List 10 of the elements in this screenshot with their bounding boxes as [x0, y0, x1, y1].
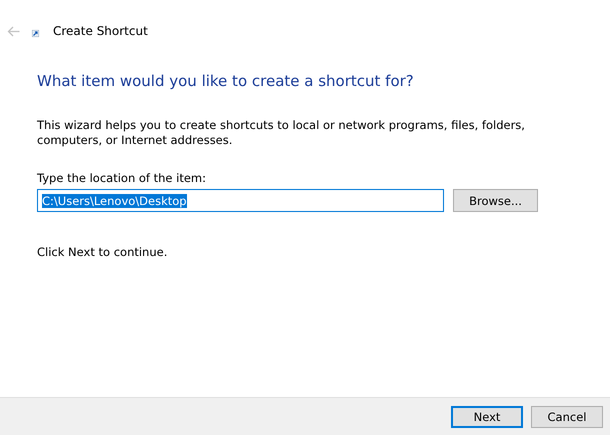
- cancel-button[interactable]: Cancel: [531, 406, 603, 428]
- window-title: Create Shortcut: [53, 24, 148, 38]
- location-input-field[interactable]: C:\Users\Lenovo\Desktop: [37, 189, 444, 212]
- wizard-heading: What item would you like to create a shortcut for?: [37, 72, 415, 90]
- shortcut-icon: [32, 30, 39, 36]
- browse-button[interactable]: Browse...: [453, 189, 538, 212]
- continue-hint: Click Next to continue.: [37, 245, 168, 259]
- location-label: Type the location of the item:: [37, 171, 208, 185]
- next-button[interactable]: Next: [451, 406, 523, 428]
- wizard-description: This wizard helps you to create shortcuts to local or network programs, files, folders, computers, or Internet addresses.: [37, 118, 526, 148]
